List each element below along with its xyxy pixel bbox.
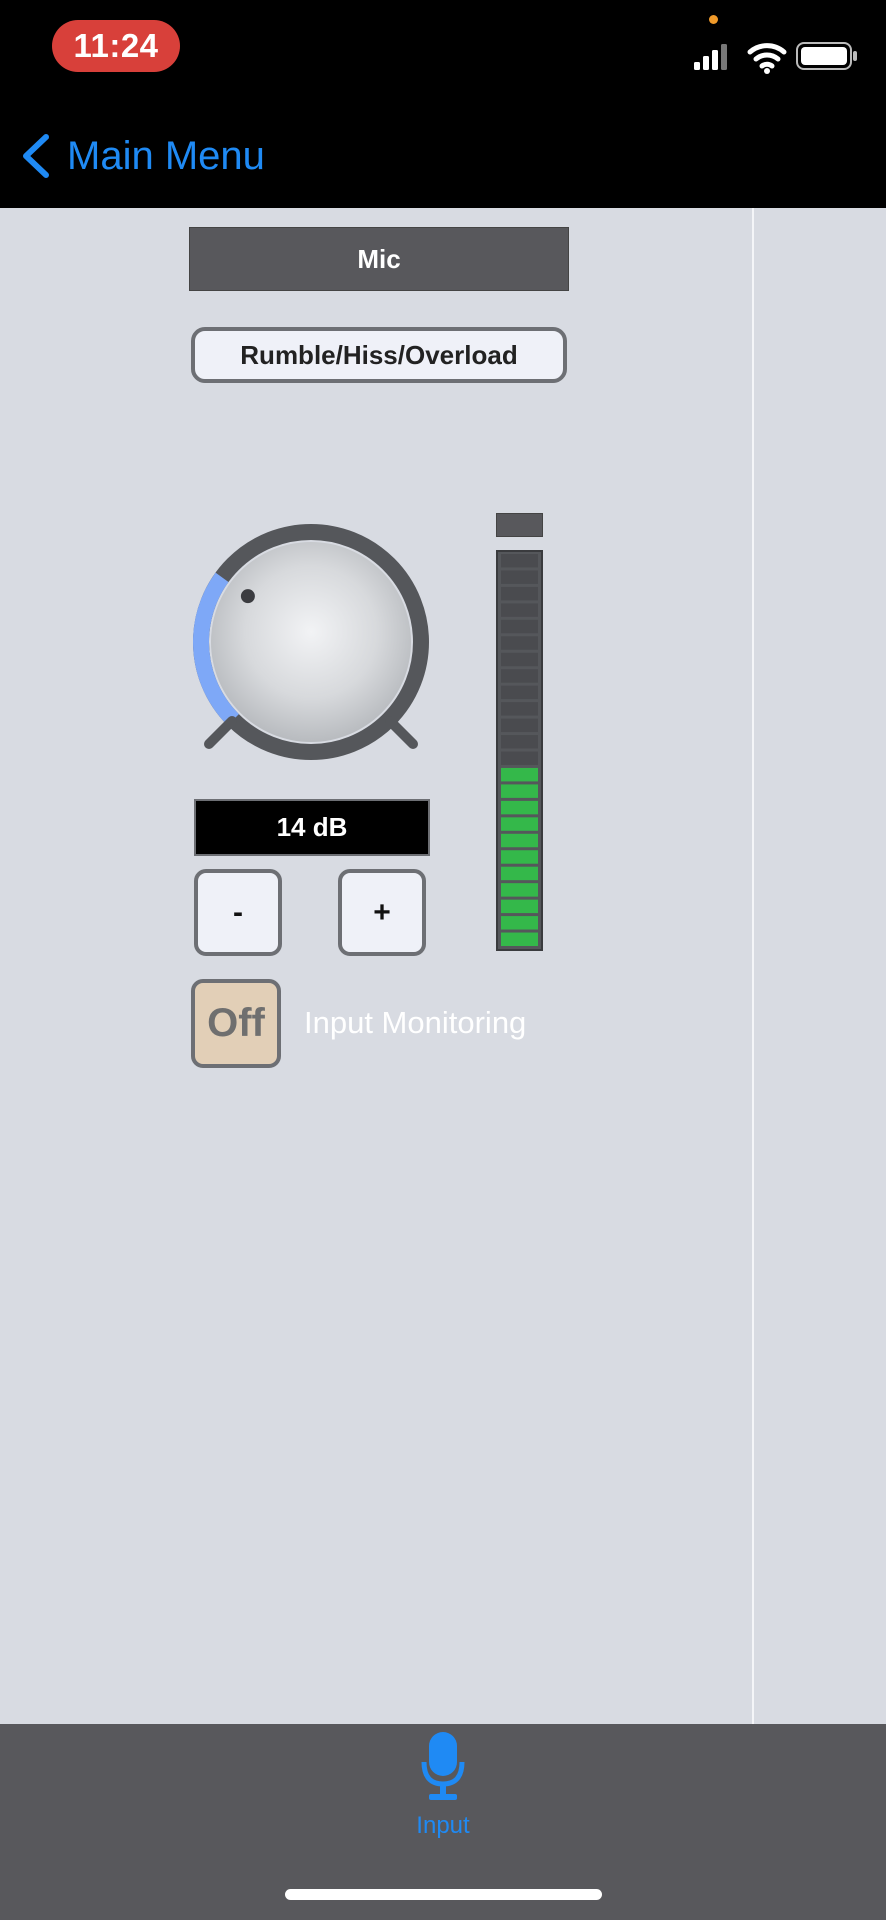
meter-segment bbox=[501, 685, 538, 700]
meter-segment bbox=[501, 899, 538, 914]
meter-segment bbox=[501, 866, 538, 881]
input-source-header: Mic bbox=[189, 227, 569, 291]
status-icons bbox=[690, 38, 860, 83]
meter-segment bbox=[501, 932, 538, 946]
meter-segment bbox=[501, 767, 538, 782]
input-monitoring-toggle[interactable]: Off bbox=[191, 979, 281, 1068]
meter-segment bbox=[501, 883, 538, 897]
recording-indicator-dot bbox=[709, 15, 718, 24]
meter-segment bbox=[501, 833, 538, 848]
meter-segment bbox=[501, 702, 538, 716]
meter-segment bbox=[501, 636, 538, 650]
meter-segment bbox=[501, 619, 538, 634]
knob-indicator-dot bbox=[240, 589, 255, 604]
panel-divider bbox=[752, 208, 754, 1724]
meter-segment bbox=[501, 652, 538, 667]
home-indicator[interactable] bbox=[285, 1889, 602, 1900]
filter-preset-button[interactable]: Rumble/Hiss/Overload bbox=[191, 327, 567, 383]
tab-input-label: Input bbox=[416, 1812, 470, 1839]
meter-segment bbox=[501, 916, 538, 930]
meter-segment bbox=[501, 751, 538, 765]
signal-icon bbox=[694, 44, 727, 70]
input-monitoring-label: Input Monitoring bbox=[304, 1005, 527, 1040]
meter-segment bbox=[501, 669, 538, 683]
meter-segment bbox=[501, 570, 538, 584]
increment-button[interactable]: + bbox=[338, 869, 426, 956]
chevron-left-icon[interactable] bbox=[18, 134, 52, 183]
tab-input[interactable]: Input bbox=[393, 1730, 493, 1840]
meter-segment bbox=[501, 586, 538, 601]
level-meter bbox=[496, 550, 543, 951]
meter-segment bbox=[501, 735, 538, 749]
clip-indicator bbox=[496, 513, 543, 537]
status-time: 11:24 bbox=[52, 20, 180, 72]
decrement-button[interactable]: - bbox=[194, 869, 282, 956]
meter-segment bbox=[501, 800, 538, 815]
gain-value-display: 14 dB bbox=[194, 799, 430, 856]
back-button[interactable]: Main Menu bbox=[67, 132, 265, 180]
meter-segment bbox=[501, 817, 538, 831]
microphone-icon bbox=[421, 1730, 465, 1809]
meter-segment bbox=[501, 603, 538, 617]
meter-segment bbox=[501, 554, 538, 568]
meter-segment bbox=[501, 718, 538, 733]
gain-knob[interactable] bbox=[180, 510, 440, 775]
wifi-icon bbox=[747, 43, 787, 74]
meter-segment bbox=[501, 784, 538, 798]
battery-icon bbox=[796, 42, 857, 70]
meter-segment bbox=[501, 850, 538, 864]
